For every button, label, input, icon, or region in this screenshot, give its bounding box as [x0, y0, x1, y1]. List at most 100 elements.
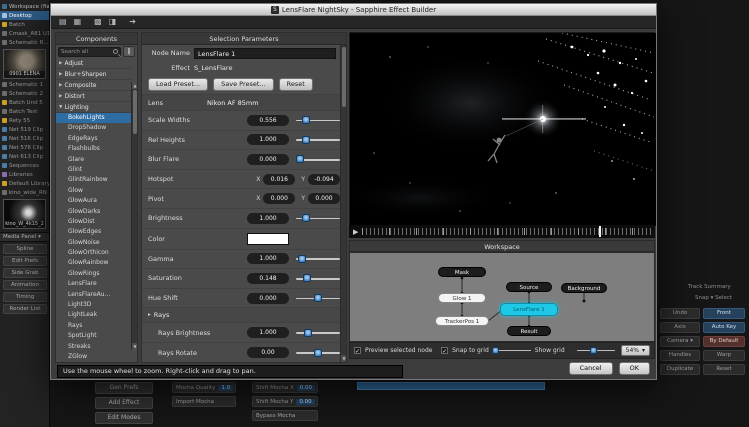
tree-item[interactable]: Net 519 Clip — [0, 125, 49, 134]
filter-button[interactable]: ‖ — [123, 46, 135, 57]
component-item[interactable]: GlowDist — [56, 217, 131, 227]
value-field-y[interactable]: -0.094 — [308, 174, 340, 185]
component-item[interactable]: GlowRings — [56, 269, 131, 279]
dialog-titlebar[interactable]: S LensFlare NightSky - Sapphire Effect B… — [51, 4, 656, 16]
value-field[interactable]: 1.000 — [247, 134, 289, 145]
node-background[interactable]: Background — [561, 283, 607, 293]
tree-item[interactable]: Default Library — [0, 179, 49, 188]
right-tool-button[interactable]: Axis — [660, 322, 700, 333]
right-tool-button[interactable]: Undo — [660, 308, 700, 319]
bottom-button[interactable]: Add Effect — [95, 397, 153, 409]
left-tool-button[interactable]: Edit Prefs — [3, 256, 47, 266]
cancel-button[interactable]: Cancel — [569, 362, 613, 375]
value-field[interactable]: 0.00 — [247, 347, 289, 358]
component-item[interactable]: SpotLight — [56, 331, 131, 341]
right-tool-button[interactable]: Camera ▾ — [660, 336, 700, 347]
component-item[interactable]: GlowOrthicon — [56, 248, 131, 258]
tree-item[interactable]: Sequences — [0, 161, 49, 170]
color-swatch[interactable] — [247, 233, 289, 245]
left-tool-button[interactable]: Spline — [3, 244, 47, 254]
component-item[interactable]: LensFlareAu... — [56, 290, 131, 300]
timeline-clip-bar[interactable] — [357, 382, 545, 390]
mocha-row[interactable]: Mocha Quality1.0 — [172, 382, 236, 393]
tree-item[interactable]: Desktop — [0, 11, 49, 20]
workspace-canvas[interactable]: Mask Glow 1 TrackerPos 1 Source LensFlar… — [349, 252, 655, 342]
parameters-scrollbar[interactable]: ▼ — [340, 45, 346, 362]
value-field[interactable]: 0.000 — [247, 293, 289, 304]
right-tool-button[interactable]: Warp — [703, 350, 745, 361]
component-item[interactable]: GlowEdges — [56, 227, 131, 237]
value-field[interactable]: 1.000 — [247, 213, 289, 224]
tree-item[interactable]: Libraries — [0, 170, 49, 179]
param-slider[interactable] — [296, 154, 340, 164]
tree-item[interactable]: Rety 55 — [0, 116, 49, 125]
node-name-input[interactable]: LensFlare 1 — [194, 48, 336, 59]
tree-item[interactable]: Schematic R... — [0, 38, 49, 47]
node-lensflare-selected[interactable]: LensFlare 1 — [500, 303, 558, 316]
scroll-down-icon[interactable]: ▼ — [132, 343, 137, 350]
tree-item[interactable]: Schematic 2 — [0, 89, 49, 98]
param-slider[interactable] — [296, 273, 340, 283]
media-panel-header[interactable]: Media Panel▾ — [0, 232, 49, 242]
component-item[interactable]: GlowAura — [56, 196, 131, 206]
mocha-row[interactable]: Import Mocha — [172, 396, 236, 407]
component-item[interactable]: LensFlare — [56, 279, 131, 289]
snap-select-label[interactable]: Snap ▾ Select — [695, 295, 732, 301]
tree-item[interactable]: Batch Test — [0, 107, 49, 116]
left-tool-button[interactable]: Timing — [3, 292, 47, 302]
node-result[interactable]: Result — [507, 326, 551, 336]
tree-item[interactable]: Batch Und 5 — [0, 98, 49, 107]
left-tool-button[interactable]: Animation — [3, 280, 47, 290]
component-item[interactable]: BokehLights — [56, 113, 131, 123]
load-preset-button[interactable]: Load Preset... — [148, 78, 208, 91]
mocha-row[interactable]: Shift Mocha Y0.00 — [252, 396, 318, 407]
bottom-button[interactable]: Gen Prefs — [95, 382, 153, 394]
workspace-zoom-slider[interactable] — [577, 347, 615, 355]
value-field-y[interactable]: 0.000 — [308, 193, 340, 204]
param-slider[interactable] — [296, 348, 340, 358]
component-item[interactable]: GlowNoise — [56, 238, 131, 248]
param-slider[interactable] — [296, 293, 340, 303]
tree-item[interactable]: Workspace (fla... — [0, 2, 49, 11]
right-tool-button[interactable]: Reset — [703, 364, 745, 375]
rays-section-header[interactable]: Rays — [142, 308, 346, 323]
video-preview[interactable] — [349, 32, 655, 225]
scroll-down-icon[interactable]: ▼ — [341, 355, 347, 362]
grid-size-slider[interactable] — [493, 347, 531, 355]
export-icon[interactable]: ➔ — [129, 17, 136, 27]
group-composite[interactable]: Composite — [56, 80, 131, 91]
clip-thumbnail-portrait[interactable]: 0901 ELENA — [3, 49, 46, 79]
param-slider[interactable] — [296, 254, 340, 264]
left-tool-button[interactable]: Render List — [3, 304, 47, 314]
node-glow[interactable]: Glow 1 — [438, 293, 486, 303]
value-field[interactable]: 0.000 — [247, 154, 289, 165]
param-slider[interactable] — [296, 135, 340, 145]
value-field-x[interactable]: 0.016 — [263, 174, 295, 185]
lens-row[interactable]: Lens Nikon AF 85mm — [142, 94, 346, 111]
scroll-up-icon[interactable]: ▲ — [132, 82, 137, 89]
component-item[interactable]: Streaks — [56, 342, 131, 352]
scrollbar-thumb[interactable] — [342, 47, 346, 107]
component-item[interactable]: Glare — [56, 155, 131, 165]
node-trackerpos[interactable]: TrackerPos 1 — [435, 316, 489, 326]
tree-item[interactable]: Net 516 Clip — [0, 134, 49, 143]
bottom-button[interactable]: Edit Modes — [95, 412, 153, 424]
component-item[interactable]: Glow — [56, 186, 131, 196]
component-item[interactable]: LightLeak — [56, 310, 131, 320]
scrollbar-thumb[interactable] — [133, 90, 137, 134]
component-item[interactable]: GlowDarks — [56, 207, 131, 217]
grid-icon[interactable]: ▩ — [94, 17, 102, 27]
component-item[interactable]: EdgeRays — [56, 134, 131, 144]
playhead[interactable] — [599, 226, 601, 237]
open-icon[interactable]: ▦ — [74, 17, 82, 27]
group-blur-sharpen[interactable]: Blur+Sharpen — [56, 69, 131, 80]
right-tool-button[interactable]: Duplicate — [660, 364, 700, 375]
component-item[interactable]: ZGlow — [56, 352, 131, 362]
ok-button[interactable]: OK — [619, 362, 650, 375]
components-scrollbar[interactable]: ▲ ▼ — [131, 82, 137, 350]
param-slider[interactable] — [296, 328, 340, 338]
group-distort[interactable]: Distort — [56, 91, 131, 102]
param-slider[interactable] — [296, 115, 340, 125]
clip-thumbnail-night[interactable]: kino_W_4k15_2 — [3, 199, 46, 229]
tree-item[interactable]: Schematic 1 — [0, 80, 49, 89]
